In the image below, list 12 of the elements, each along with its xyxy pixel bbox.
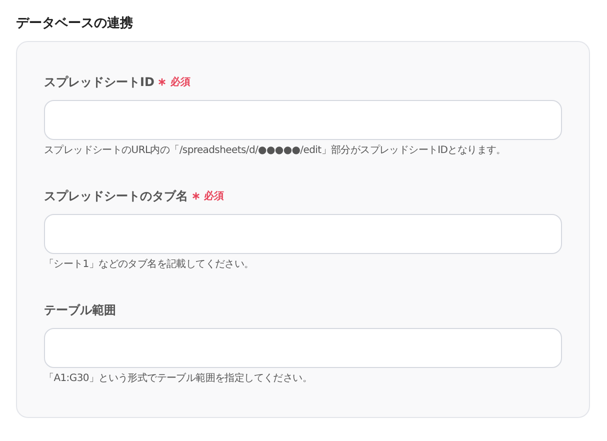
input-field[interactable] xyxy=(44,100,562,140)
field-hint: 「A1:G30」という形式でテーブル範囲を指定してください。 xyxy=(44,372,314,386)
field-label: テーブル範囲 xyxy=(44,302,116,319)
section-title: データベースの連携 xyxy=(16,15,134,33)
input-field[interactable] xyxy=(44,328,562,368)
required-label: 必須 xyxy=(170,76,190,90)
required-label: 必須 xyxy=(204,190,224,204)
field-hint: 「シート1」などのタブ名を記載してください。 xyxy=(44,258,255,272)
field-label: スプレッドシートのタブ名 xyxy=(44,188,188,205)
field-hint: スプレッドシートのURL内の「/spreadsheets/d/●●●●●/edit」部分がスプレッドシートIDとなります。 xyxy=(44,144,507,158)
input-field[interactable] xyxy=(44,214,562,254)
field-label: スプレッドシートID xyxy=(44,74,154,91)
